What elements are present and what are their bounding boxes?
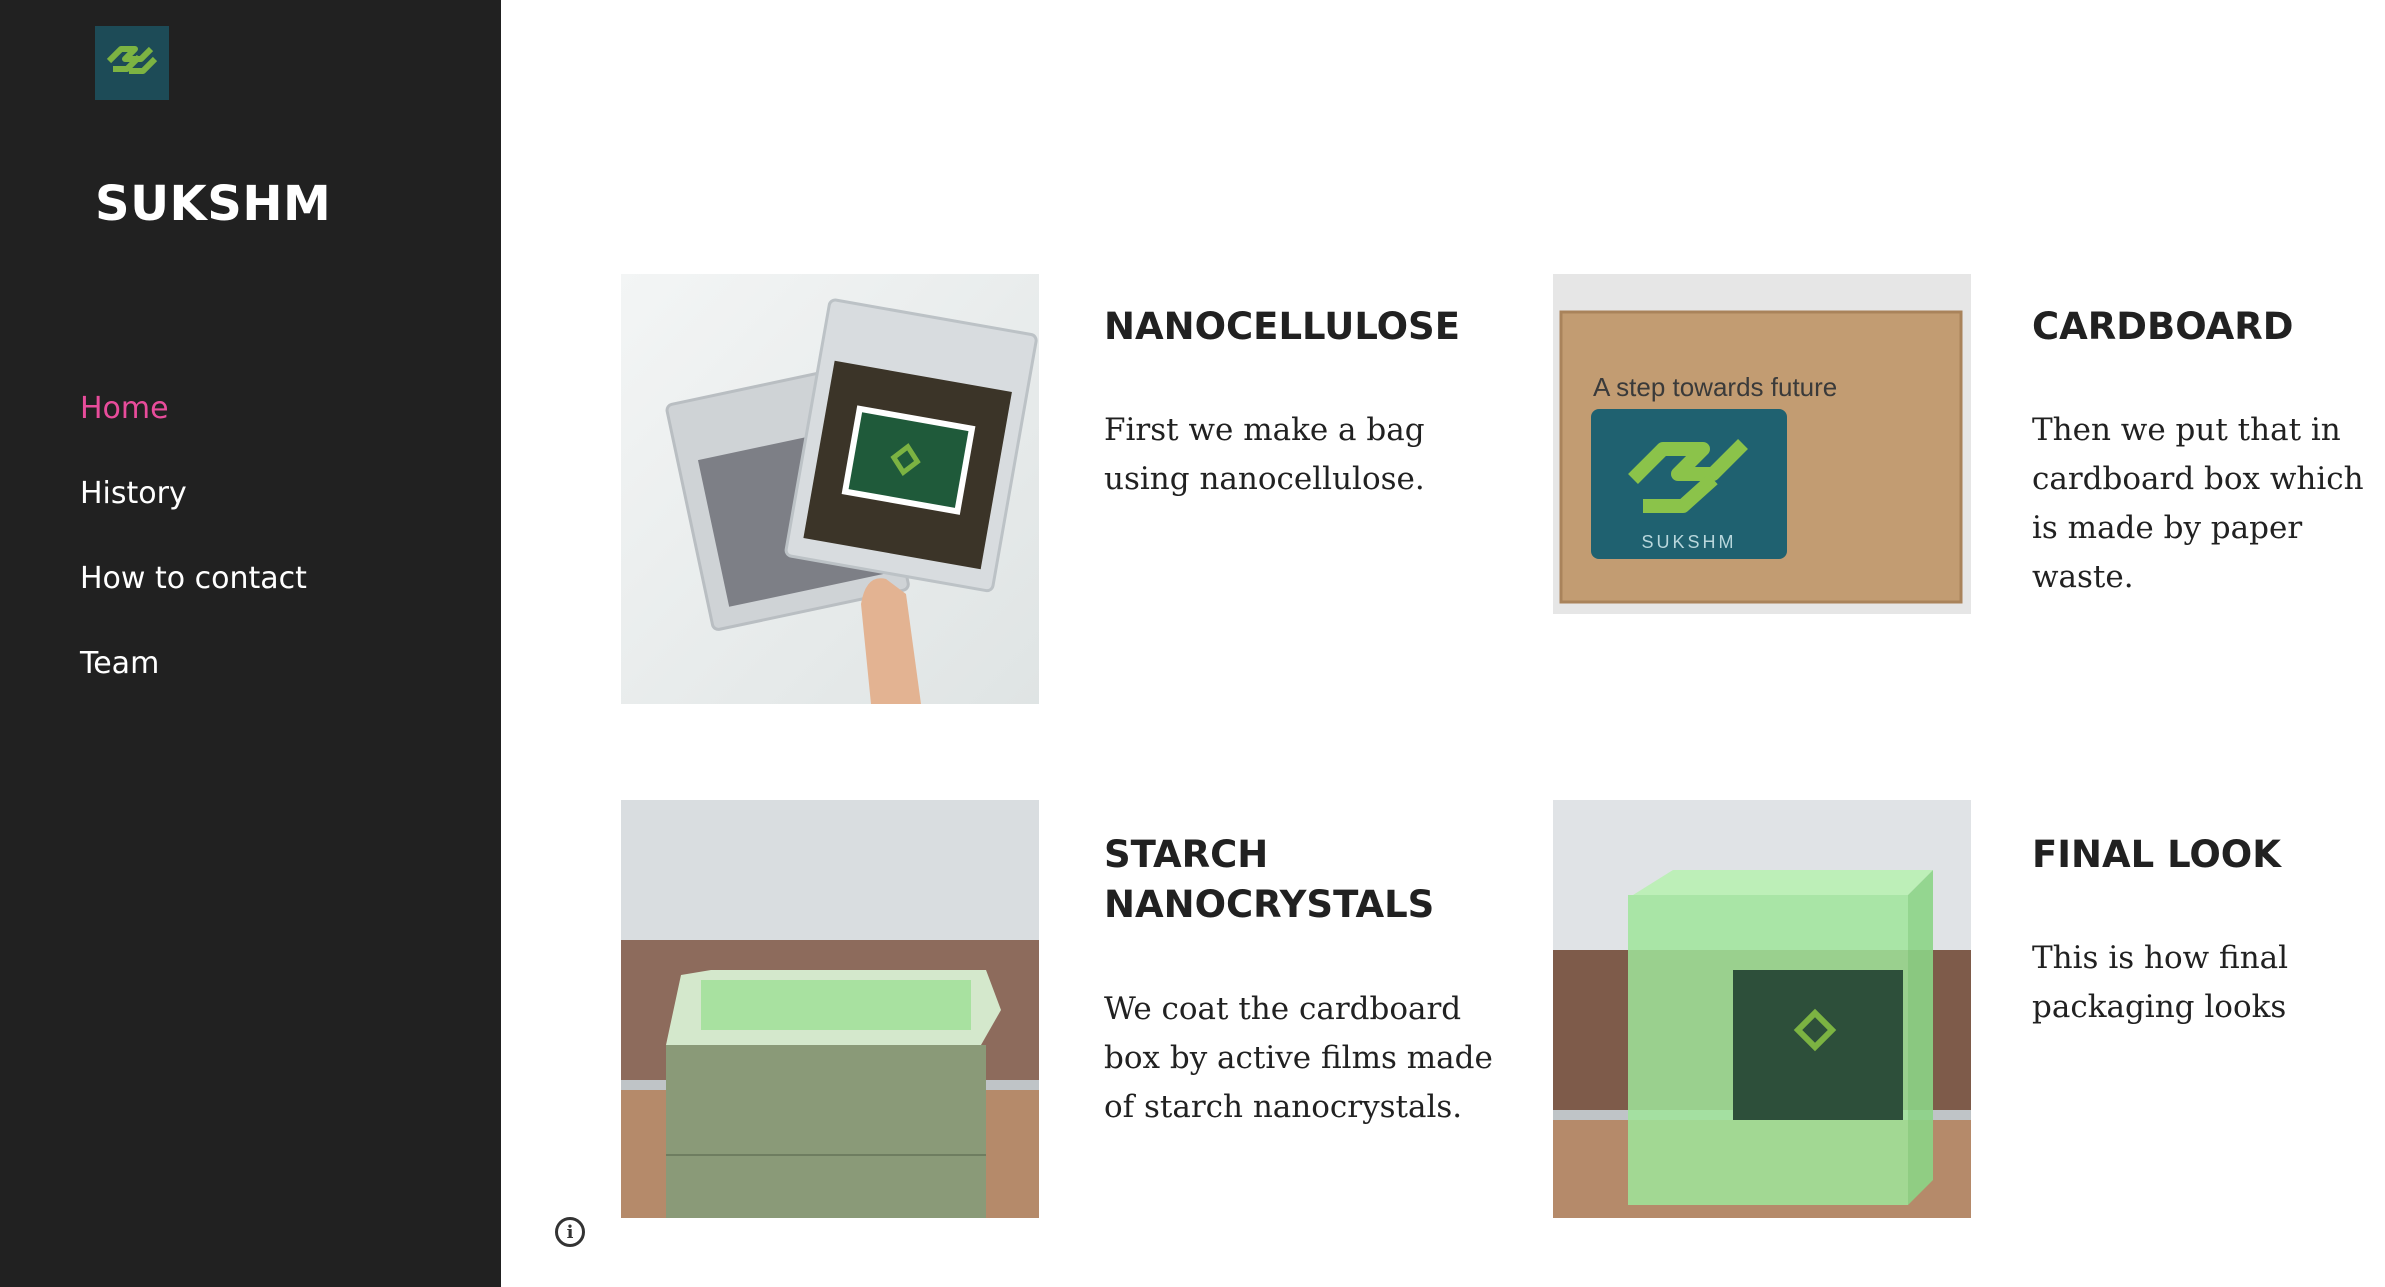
logo-icon [106, 46, 158, 74]
info-icon[interactable]: i [555, 1217, 585, 1247]
sidebar: SUKSHM Home History How to contact Team [0, 0, 501, 1287]
site-logo[interactable] [95, 26, 169, 100]
card-title-final-look: FINAL LOOK [2032, 833, 2281, 876]
nav-item-how-to-contact[interactable]: How to contact [80, 561, 307, 596]
card-title-nanocellulose: NANOCELLULOSE [1104, 305, 1460, 348]
card-text-starch-nanocrystals: We coat the cardboard box by active film… [1104, 991, 1493, 1125]
card-text-final-look: This is how final packaging looks [2032, 940, 2289, 1025]
cardboard-box-image: A step towards future SUKSHM [1553, 274, 1971, 614]
nav-item-home[interactable]: Home [80, 391, 169, 426]
card-text-nanocellulose: First we make a bag using nanocellulose. [1104, 412, 1425, 497]
card-title-cardboard: CARDBOARD [2032, 305, 2294, 348]
site-title[interactable]: SUKSHM [95, 176, 331, 232]
nav-item-history[interactable]: History [80, 476, 187, 511]
card-text-cardboard: Then we put that in cardboard box which … [2032, 412, 2364, 595]
final-packaging-image [1553, 800, 1971, 1218]
nanocellulose-bag-image [621, 274, 1039, 704]
coated-box-image [621, 800, 1039, 1218]
card-title-starch-nanocrystals: STARCH NANOCRYSTALS [1104, 833, 1435, 926]
cardboard-logo-text: SUKSHM [1641, 532, 1736, 552]
cardboard-caption: A step towards future [1593, 372, 1837, 402]
nav-item-team[interactable]: Team [80, 646, 159, 681]
